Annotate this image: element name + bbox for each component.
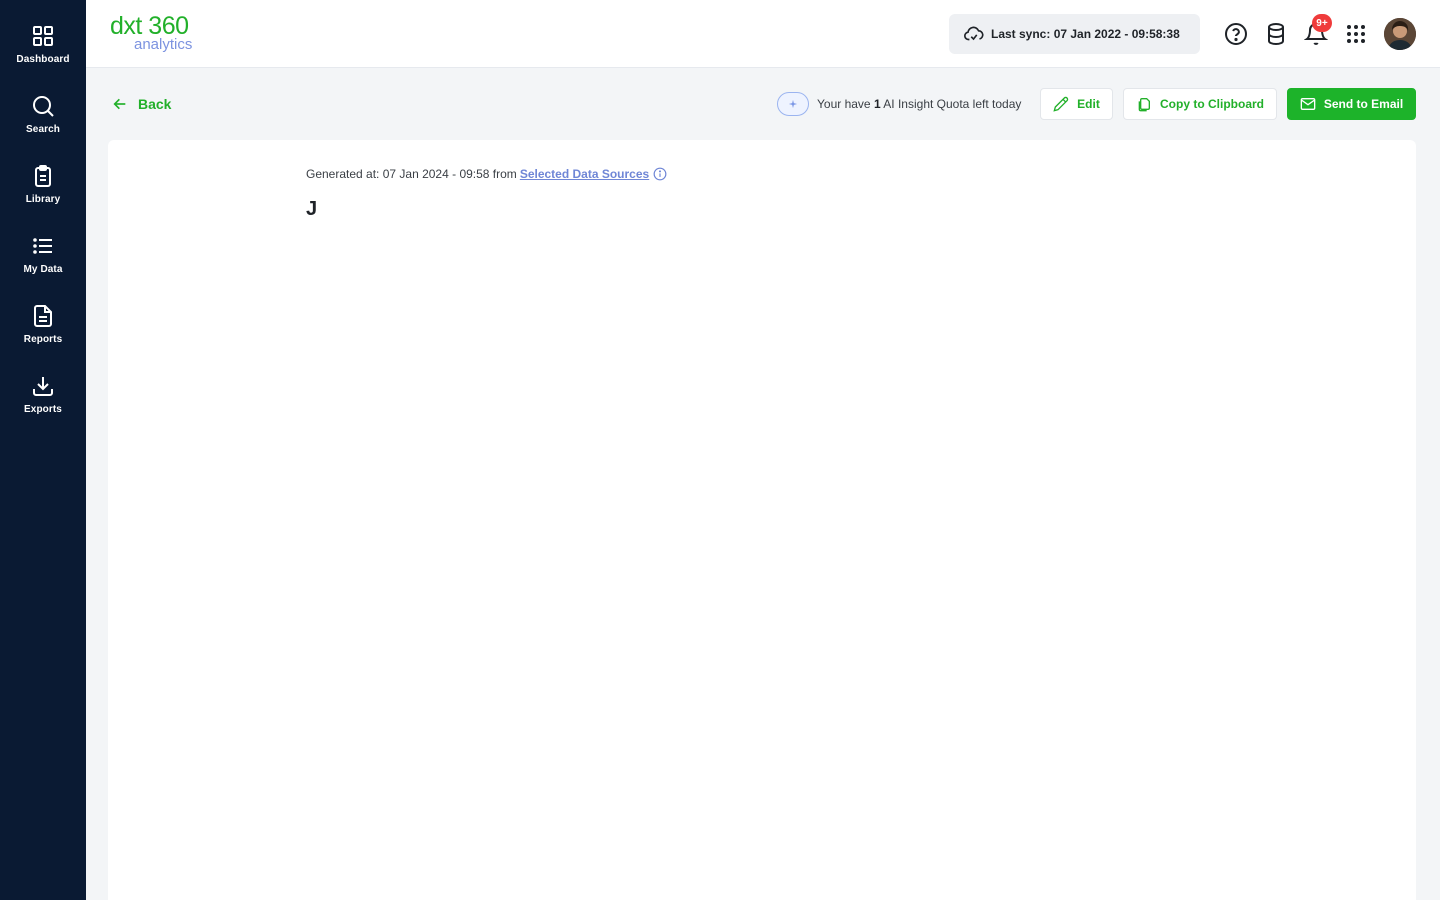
sidebar-item-dashboard[interactable]: Dashboard [0,24,86,88]
notification-badge: 9+ [1312,14,1332,32]
sidebar-item-label: Reports [23,334,63,345]
selected-data-sources-link[interactable]: Selected Data Sources [520,167,649,181]
quota-suffix: AI Insight Quota left today [880,97,1022,111]
top-header: dxt 360 analytics Last sync: 07 Jan 2022… [86,0,1440,68]
insight-body-text: J [306,198,318,220]
copy-label: Copy to Clipboard [1160,97,1264,111]
sidebar-item-my-data[interactable]: My Data [0,234,86,298]
back-label: Back [138,96,172,112]
mail-icon [1300,98,1316,110]
sidebar-item-label: Library [25,194,61,205]
edit-button[interactable]: Edit [1040,88,1113,120]
cloud-sync-icon [964,26,984,41]
document-icon [34,305,52,327]
dashboard-grid-icon [33,26,53,46]
back-button[interactable]: Back [112,94,171,114]
copy-to-clipboard-button[interactable]: Copy to Clipboard [1123,88,1277,120]
generated-info: Generated at: 07 Jan 2024 - 09:58 from S… [306,167,667,181]
send-email-label: Send to Email [1323,97,1404,111]
database-icon [1268,23,1284,46]
brand-logo[interactable]: dxt 360 analytics [110,12,220,56]
sidebar-item-library[interactable]: Library [0,164,86,228]
insight-content-card: Generated at: 07 Jan 2024 - 09:58 from S… [108,140,1416,900]
search-icon [33,96,54,117]
copy-icon [1138,98,1150,112]
last-sync-status[interactable]: Last sync: 07 Jan 2022 - 09:58:38 [949,14,1200,54]
clipboard-icon [35,165,51,187]
ai-quota-indicator [777,92,809,116]
sidebar-item-exports[interactable]: Exports [0,374,86,438]
apps-grid-icon [1347,25,1365,43]
arrow-left-icon [113,98,126,110]
sidebar-item-label: Dashboard [16,54,70,65]
sidebar-item-label: My Data [23,264,63,275]
sparkle-icon [788,99,798,109]
sidebar-item-search[interactable]: Search [0,94,86,158]
download-icon [33,377,53,396]
sidebar-item-label: Search [26,124,60,135]
generated-text: Generated at: 07 Jan 2024 - 09:58 from [306,167,517,181]
sidebar-item-label: Exports [24,404,62,415]
info-icon[interactable] [653,167,667,181]
avatar-image [1384,18,1416,50]
help-icon [1225,23,1247,45]
last-sync-text: Last sync: 07 Jan 2022 - 09:58:38 [991,27,1180,41]
help-button[interactable] [1224,22,1248,46]
apps-button[interactable] [1344,22,1368,46]
user-avatar[interactable] [1384,18,1416,50]
sidebar-item-reports[interactable]: Reports [0,304,86,368]
ai-quota-text: Your have 1 AI Insight Quota left today [817,96,1021,112]
quota-count: 1 [873,97,881,111]
list-icon [33,238,52,254]
pencil-icon [1053,96,1069,112]
quota-prefix: Your have [817,97,874,111]
edit-label: Edit [1077,97,1100,111]
database-button[interactable] [1264,22,1288,46]
send-to-email-button[interactable]: Send to Email [1287,88,1416,120]
logo-subtitle: analytics [134,36,193,53]
sidebar: Dashboard Search Library My Data Reports… [0,0,86,900]
